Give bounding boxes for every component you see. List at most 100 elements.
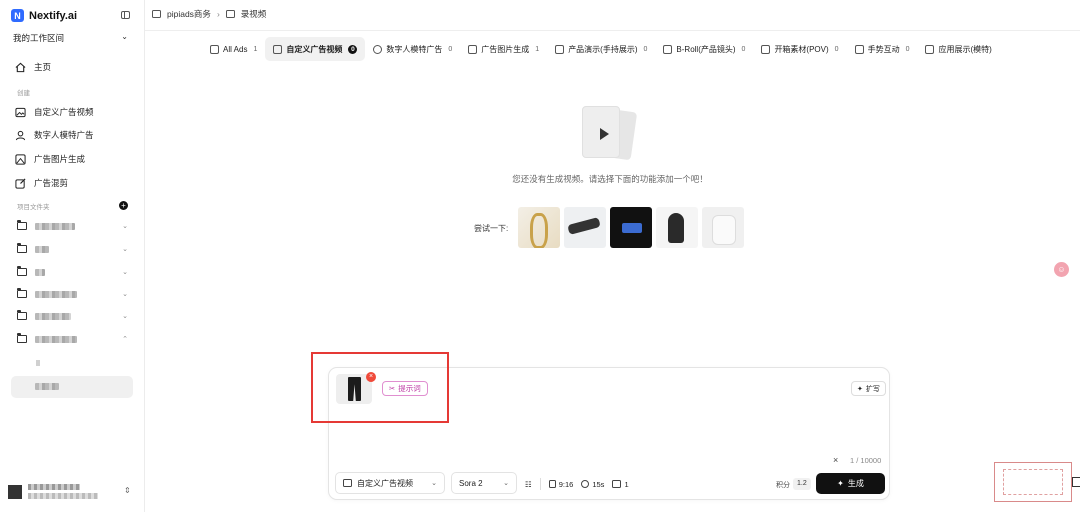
model-value: Sora 2 [459,478,483,488]
chevron-down-icon[interactable]: ⌄ [122,245,128,253]
tab-label: 开箱素材(POV) [774,44,829,54]
redacted-folder-name [35,245,49,253]
aspect-ratio-param[interactable]: 9:16 [548,479,574,489]
video-icon [225,10,235,18]
chevron-down-icon: ⌄ [121,32,128,41]
workspace-name: 我的工作区间 [13,33,65,43]
folder-item[interactable]: ⌄ [17,266,128,276]
example-thumbnail[interactable] [564,207,606,248]
tab-ad-image[interactable]: 广告图片生成 1 [460,37,547,61]
floating-help-icon[interactable]: ☺ [1054,262,1069,277]
model-select[interactable]: Sora 2 ⌄ [451,472,517,494]
tab-count: 1 [535,45,540,53]
workspace-selector[interactable]: 我的工作区间 ⌄ [13,32,128,44]
folder-item[interactable]: ⌄ [17,310,128,320]
hand-icon [854,44,864,54]
redacted-subfolder[interactable] [36,360,40,366]
aspect-value: 9:16 [558,479,574,489]
picture-icon [468,44,478,54]
tab-label: 产品演示(手持展示) [568,44,638,54]
try-label: 尝试一下: [474,224,509,233]
brand-name: Nextify.ai [29,9,78,22]
tab-app-showcase[interactable]: 应用展示(模特) [917,37,999,61]
duration-param[interactable]: 15s [581,480,604,489]
breadcrumb: pipiads商务 › 录视频 [152,8,266,20]
tab-digital-human-ad[interactable]: 数字人模特广告 0 [365,37,460,61]
sidebar-collapse-icon[interactable] [121,11,130,19]
category-tabs: All Ads 1 自定义广告视频 0 数字人模特广告 0 广告图片生成 1 产品演示(… [202,37,1000,61]
sidebar-item-label: 主页 [34,62,52,72]
example-thumbnail[interactable] [610,207,652,248]
tab-count: 0 [905,45,910,53]
user-icon [373,44,383,54]
chevron-down-icon[interactable]: ⌄ [122,290,128,298]
section-label-folders: 项目文件夹 [17,204,50,211]
sidebar-item-custom-ad-video[interactable]: 自定义广告视频 [15,106,94,118]
chevron-down-icon[interactable]: ⌄ [122,312,128,320]
tab-count: 0 [643,45,648,53]
example-thumbnail[interactable] [702,207,744,248]
edge-panel-handle[interactable] [1072,477,1080,487]
chevron-down-icon[interactable]: ⌄ [122,222,128,230]
sidebar-item-home[interactable]: 主页 [15,61,51,73]
video-icon [612,480,622,488]
picture-icon [15,153,26,165]
tab-label: 应用展示(模特) [938,44,992,54]
folder-icon [17,288,27,298]
redacted-folder-name [35,383,59,390]
breadcrumb-root[interactable]: pipiads商务 [167,8,211,20]
section-label-create: 创建 [17,90,30,97]
clear-prompt-icon[interactable]: × [833,455,838,465]
user-account-menu[interactable]: ⇕ [8,483,132,501]
folder-item[interactable]: ⌃ [17,333,128,343]
tab-product-demo[interactable]: 产品演示(手持展示) 0 [547,37,655,61]
tab-count: 1 [253,45,258,53]
folder-icon [17,310,27,320]
package-icon [761,44,771,54]
redacted-user-name [28,484,80,490]
chevron-down-icon[interactable]: ⌄ [122,268,128,276]
chevron-up-icon[interactable]: ⌃ [122,335,128,343]
tab-all-ads[interactable]: All Ads 1 [202,37,265,61]
expand-prompt-button[interactable]: ✦ 扩写 [851,381,886,396]
redacted-folder-name [35,222,75,230]
generate-button[interactable]: ✦ 生成 [816,473,885,494]
mode-select[interactable]: 自定义广告视频 ⌄ [335,472,445,494]
chevron-down-icon: ⌄ [503,480,509,487]
chevron-updown-icon: ⇕ [124,486,131,495]
camera-icon [663,44,673,54]
tab-count: 0 [741,45,746,53]
card-front [582,106,620,158]
tab-unboxing[interactable]: 开箱素材(POV) 0 [753,37,846,61]
generate-label: 生成 [847,479,864,488]
tab-count: 0 [834,45,839,53]
add-folder-icon[interactable]: + [119,201,128,210]
generation-params[interactable]: ☷ 9:16 15s 1 [521,475,629,493]
watermark-stamp [994,462,1072,502]
folder-icon [17,333,27,343]
example-thumbnail[interactable] [656,207,698,248]
folder-item[interactable]: ⌄ [17,220,128,230]
subfolder-item-active[interactable] [11,376,133,398]
redacted-folder-name [35,268,45,276]
header-divider [145,30,1080,31]
tab-gesture[interactable]: 手势互动 0 [847,37,918,61]
quantity-param[interactable]: 1 [612,479,629,489]
tab-custom-ad-video[interactable]: 自定义广告视频 0 [265,37,366,61]
example-thumbnail[interactable] [518,207,560,248]
brand-logo: N [11,9,24,22]
tab-count: 0 [348,44,358,54]
duration-value: 15s [592,479,605,489]
tab-b-roll[interactable]: B-Roll(产品镜头) 0 [655,37,753,61]
box-icon [555,44,565,54]
sidebar-item-digital-human-ad[interactable]: 数字人模特广告 [15,129,94,141]
play-icon [600,128,609,140]
quantity-value: 1 [624,479,629,489]
brand[interactable]: N Nextify.ai [11,9,77,22]
folder-item[interactable]: ⌄ [17,288,128,298]
watermark-inner [1003,469,1063,495]
sidebar-item-ad-image[interactable]: 广告图片生成 [15,153,85,165]
settings-sliders-icon[interactable]: ☷ [525,480,532,489]
tab-label: 手势互动 [867,44,900,54]
folder-item[interactable]: ⌄ [17,243,128,253]
